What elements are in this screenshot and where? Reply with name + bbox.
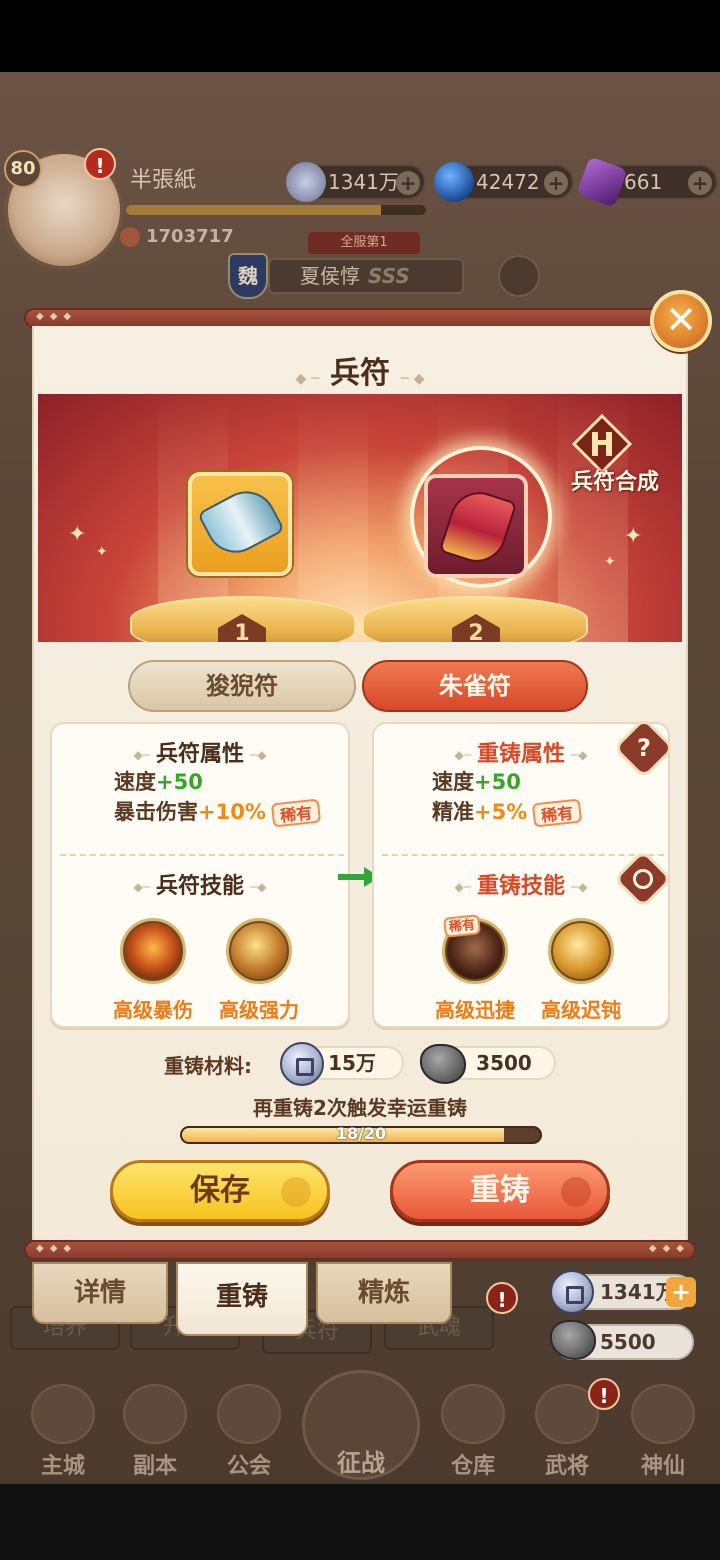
- skill-rare-tag: 稀有: [443, 914, 481, 938]
- ornament-icon: ◆ ─: [295, 371, 320, 387]
- close-button[interactable]: ✕: [650, 290, 712, 352]
- tab-alert-icon: !: [486, 1282, 518, 1314]
- ornament-icon: ─ ◆: [400, 371, 425, 387]
- dialog-bottom-rail: ◆◆◆ ◆◆◆: [24, 1240, 696, 1260]
- rare-tag: 稀有: [532, 798, 583, 828]
- lucky-progress-text: 18/20: [335, 1124, 387, 1143]
- generals-alert-icon: !: [588, 1378, 620, 1410]
- add-orb-icon[interactable]: +: [544, 171, 568, 195]
- tab-details[interactable]: 详情: [32, 1262, 168, 1324]
- talisman-attr-title: ◆─ 兵符属性 ─◆: [133, 742, 267, 767]
- rare-tag: 稀有: [270, 798, 322, 828]
- immortal-cat-icon: [631, 1384, 695, 1444]
- dialog-title: 兵符: [330, 356, 390, 391]
- skill-label: 高级暴伤: [113, 998, 193, 1022]
- sparkle-icon: ✦: [68, 522, 87, 547]
- nav-main-city[interactable]: 主城: [22, 1384, 104, 1480]
- stone-balance: 5500: [550, 1320, 694, 1360]
- nav-guild[interactable]: 公会: [208, 1384, 290, 1480]
- blue-orb-icon: [434, 162, 474, 202]
- power-skill-icon[interactable]: [226, 918, 292, 984]
- attr-speed: 速度+50: [432, 770, 521, 794]
- sword-icon: [123, 1384, 187, 1444]
- synthesis-label[interactable]: 兵符合成: [550, 464, 680, 496]
- add-copper-icon[interactable]: +: [396, 171, 420, 195]
- talisman-slot-2[interactable]: [424, 474, 528, 578]
- bag-icon: [441, 1384, 505, 1444]
- talisman-attributes-card: ◆─ 兵符属性 ─◆ 速度+50 暴击伤害+10% 稀有 ◆─ 兵符技能 ─◆ 高级暴伤 …: [50, 722, 350, 1028]
- player-exp-bar: [126, 205, 426, 215]
- slow-skill-icon[interactable]: [548, 918, 614, 984]
- attr-crit-damage: 暴击伤害+10% 稀有: [114, 796, 322, 828]
- tab-vermilion-bird[interactable]: 朱雀符: [362, 660, 588, 712]
- materials-label: 重铸材料:: [164, 1054, 252, 1078]
- sparkle-icon: ✦: [96, 544, 108, 560]
- nav-immortals[interactable]: 神仙: [622, 1384, 704, 1480]
- flag-icon: [217, 1384, 281, 1444]
- sparkle-icon: ✦: [604, 554, 616, 570]
- talisman-banner: ✦ ✦ ✦ ✦ 1 2 兵符合成: [38, 394, 682, 642]
- paw-icon: [281, 1177, 311, 1207]
- hero-grade: SSS: [368, 264, 410, 288]
- status-bar: [0, 0, 720, 72]
- lucky-reforge-hint: 再重铸2次触发幸运重铸: [253, 1096, 467, 1120]
- tab-reforge[interactable]: 重铸: [176, 1262, 308, 1336]
- dialog-top-rail: ◆◆◆: [24, 308, 696, 328]
- reforge-button[interactable]: 重铸: [390, 1160, 610, 1222]
- crit-damage-skill-icon[interactable]: [120, 918, 186, 984]
- paw-icon: [120, 227, 140, 247]
- player-name: 半張紙: [130, 168, 197, 193]
- player-power: 1703717: [120, 226, 234, 247]
- resource-crystal[interactable]: 661 +: [576, 156, 718, 208]
- hero-name: 夏侯惇: [300, 264, 360, 288]
- coin-icon: [280, 1042, 324, 1086]
- sparkle-icon: ✦: [624, 524, 643, 549]
- player-alert-icon: !: [84, 148, 116, 180]
- coin-balance: 1341万 +: [550, 1270, 696, 1314]
- question-icon: ?: [637, 734, 651, 762]
- nav-campaign[interactable]: 征战: [302, 1370, 420, 1480]
- paw-icon: [561, 1177, 591, 1207]
- resource-copper[interactable]: 1341万 +: [286, 162, 426, 202]
- talisman-skill-title: ◆─ 兵符技能 ─◆: [133, 874, 267, 899]
- skill-label: 高级强力: [219, 998, 299, 1022]
- attr-speed: 速度+50: [114, 770, 203, 794]
- talisman-slot-1[interactable]: [188, 472, 292, 576]
- dialog-title-row: ◆ ─ 兵符 ─ ◆: [32, 348, 688, 392]
- suanni-talisman-icon: [196, 480, 286, 564]
- attr-precision: 精准+5% 稀有: [432, 796, 583, 828]
- hero-search-icon[interactable]: [498, 255, 540, 297]
- copper-coin-icon: [286, 162, 326, 202]
- skill-label: 高级迅捷: [435, 998, 515, 1022]
- nav-dungeon[interactable]: 副本: [114, 1384, 196, 1480]
- material-coin: 15万: [280, 1042, 404, 1086]
- tab-suanni[interactable]: 狻猊符: [128, 660, 356, 712]
- save-button[interactable]: 保存: [110, 1160, 330, 1222]
- faction-badge: 魏: [228, 253, 268, 299]
- tab-refine[interactable]: 精炼: [316, 1262, 452, 1324]
- add-coin-button[interactable]: +: [666, 1277, 696, 1307]
- resource-orb[interactable]: 42472 +: [434, 162, 574, 202]
- player-level-badge: 80: [4, 150, 42, 188]
- nav-warehouse[interactable]: 仓库: [432, 1384, 514, 1480]
- material-stone: 3500: [420, 1044, 556, 1084]
- add-crystal-icon[interactable]: +: [688, 171, 712, 195]
- system-nav-area: [0, 1484, 720, 1560]
- coin-icon: [550, 1270, 594, 1314]
- skill-label: 高级迟钝: [541, 998, 621, 1022]
- city-icon: [31, 1384, 95, 1444]
- vermilion-bird-talisman-icon: [438, 484, 518, 570]
- hero-name-plate[interactable]: 夏侯惇 SSS: [268, 258, 464, 294]
- rank-ribbon: 全服第1: [308, 232, 420, 254]
